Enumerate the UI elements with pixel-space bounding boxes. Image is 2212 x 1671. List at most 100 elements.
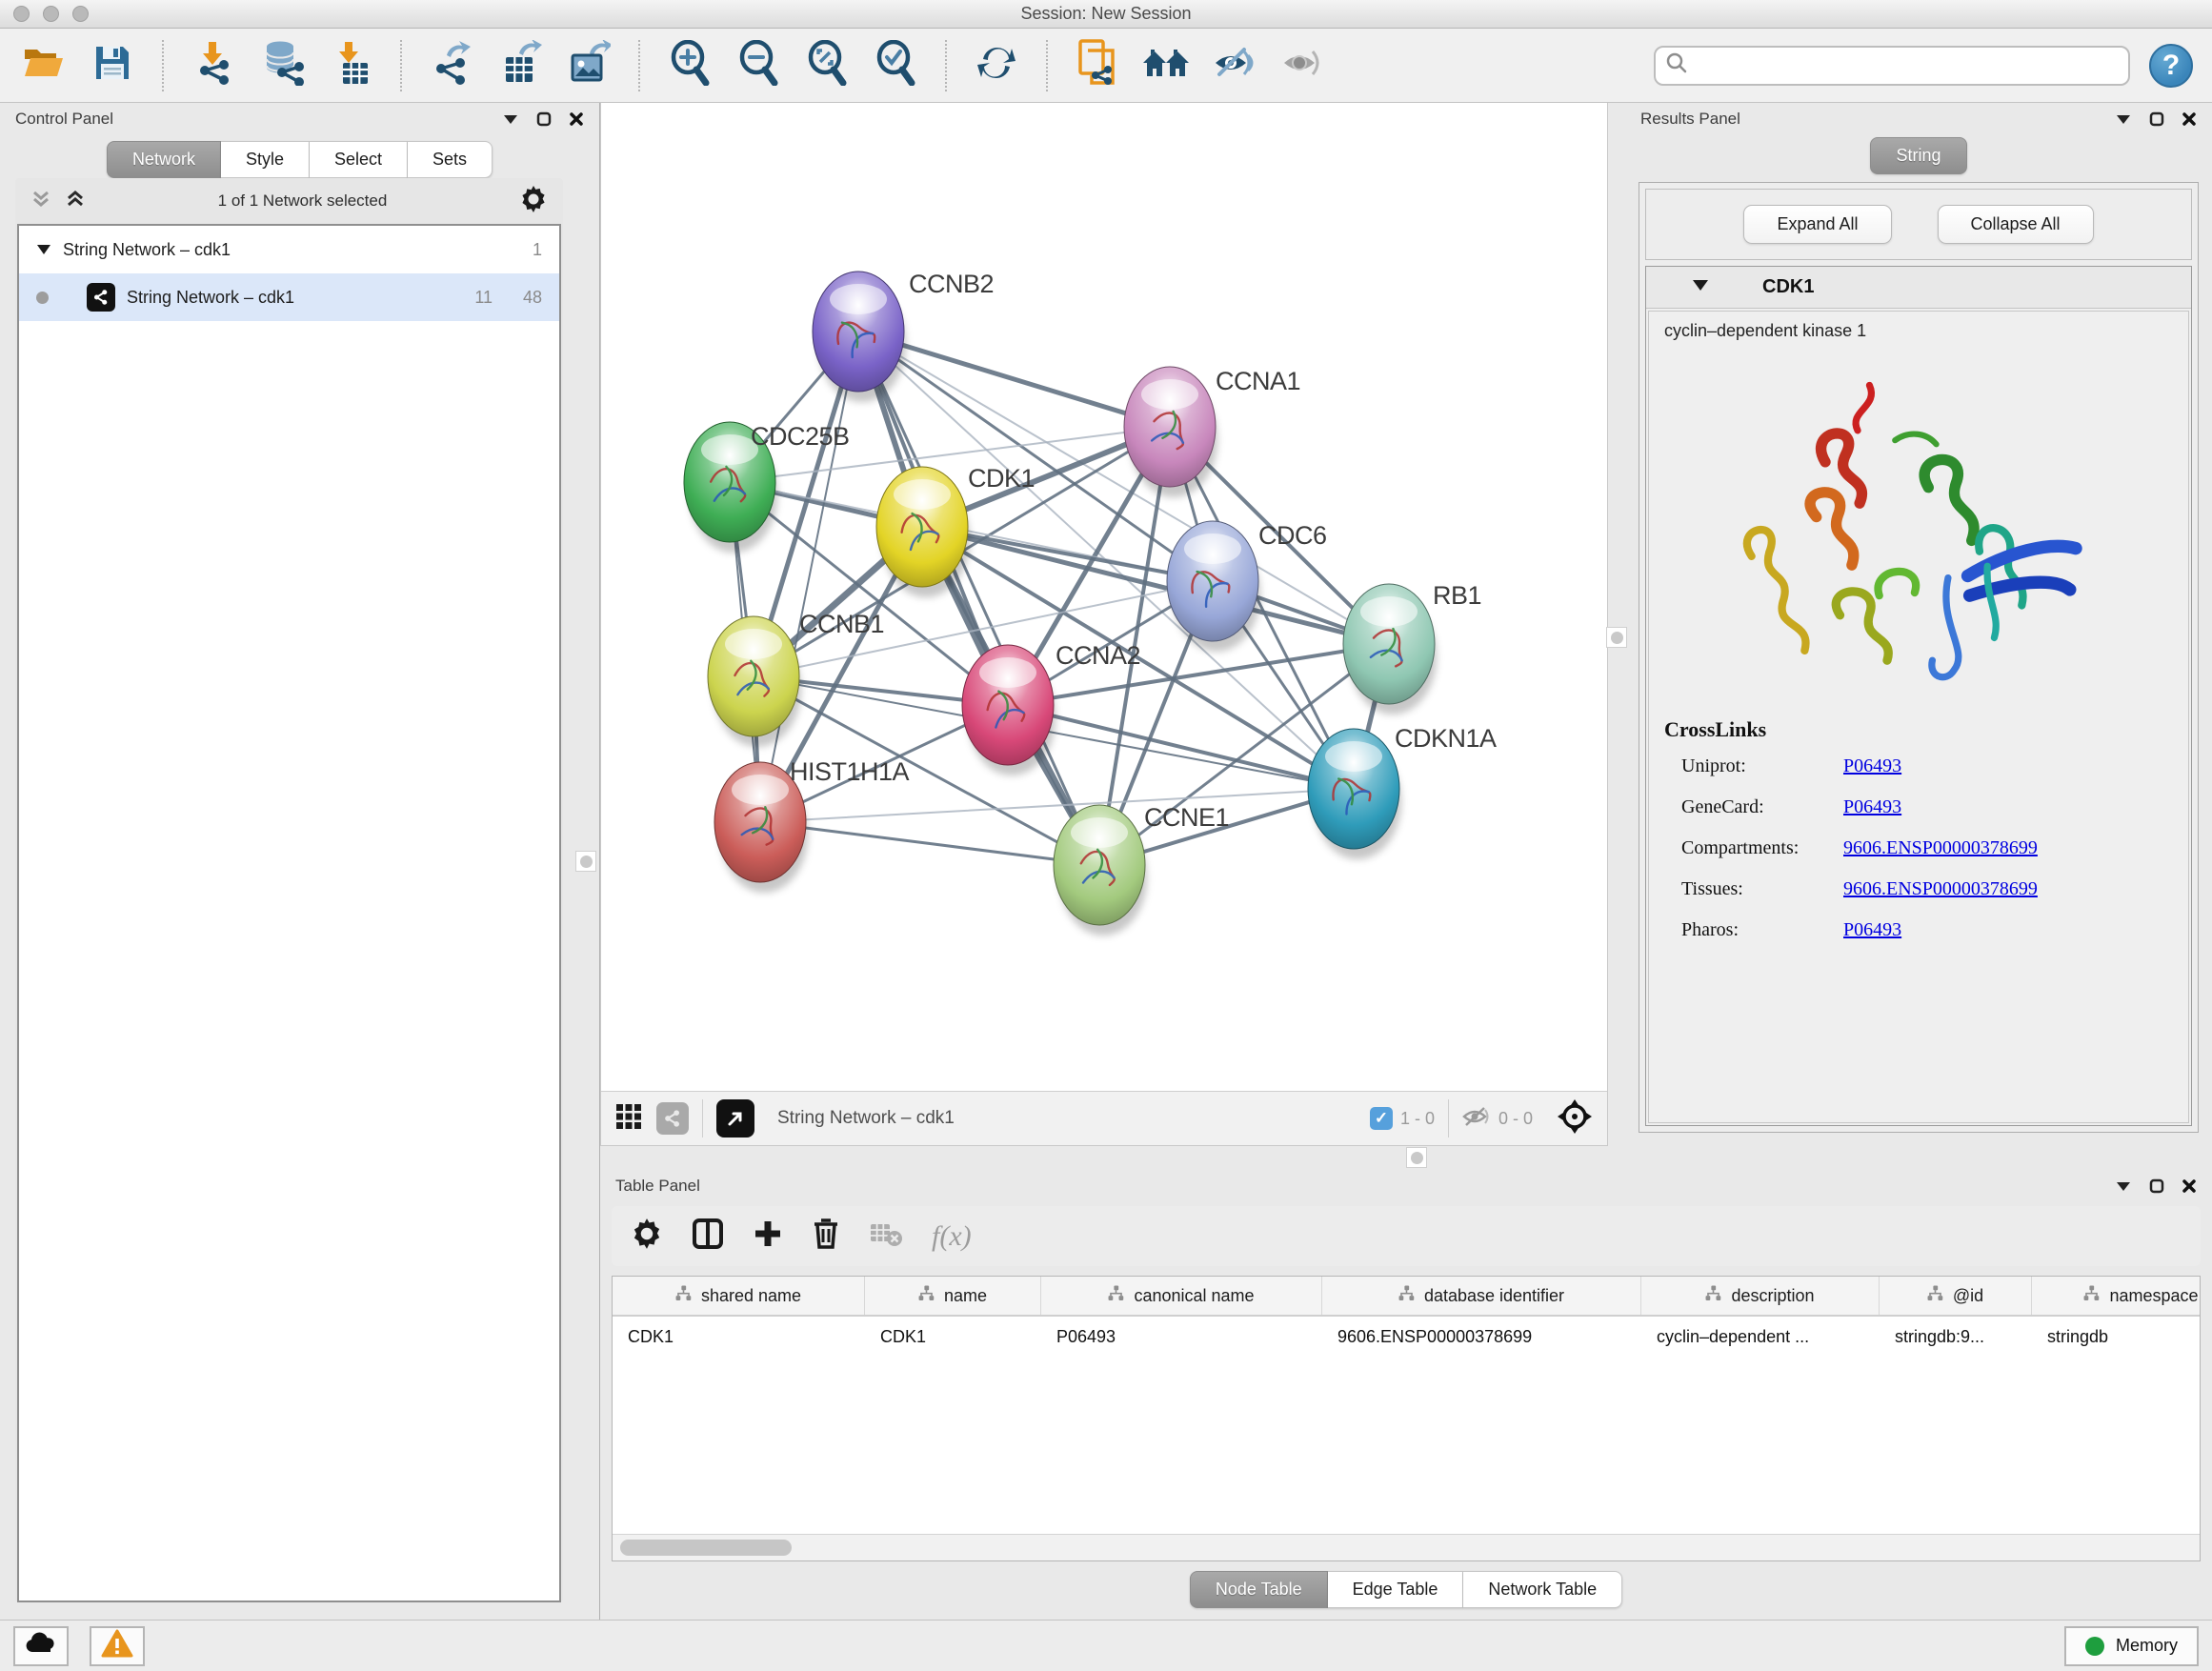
- panel-collapse-icon[interactable]: [2115, 113, 2132, 125]
- column-header-id[interactable]: @id: [1880, 1277, 2032, 1315]
- crosslink-link[interactable]: P06493: [1843, 919, 1901, 941]
- tab-network-table[interactable]: Network Table: [1463, 1571, 1622, 1608]
- pane-divider-handle[interactable]: [575, 851, 596, 872]
- search-field[interactable]: [1654, 46, 2130, 86]
- cloud-status-button[interactable]: [13, 1626, 69, 1666]
- collapse-all-networks-icon[interactable]: [65, 190, 86, 213]
- column-header-database-identifier[interactable]: database identifier: [1322, 1277, 1641, 1315]
- panel-close-icon[interactable]: [2182, 1178, 2197, 1194]
- show-columns-icon[interactable]: [692, 1218, 724, 1255]
- network-collection-row[interactable]: String Network – cdk1 1: [19, 226, 559, 273]
- birdseye-navigator-icon[interactable]: [1556, 1097, 1594, 1140]
- zoom-fit-button[interactable]: [802, 41, 852, 91]
- network-edge-HIST1H1A-CCNE1[interactable]: [760, 822, 1099, 865]
- network-node-CDC25B[interactable]: CDC25B: [684, 422, 850, 553]
- table-cell[interactable]: stringdb:9...: [1880, 1317, 2032, 1357]
- network-node-CCNA1[interactable]: CCNA1: [1124, 367, 1300, 497]
- memory-button[interactable]: Memory: [2064, 1626, 2199, 1666]
- scrollbar-thumb[interactable]: [620, 1540, 792, 1556]
- import-table-button[interactable]: [326, 41, 375, 91]
- tab-network[interactable]: Network: [107, 141, 221, 178]
- zoom-in-button[interactable]: [665, 41, 714, 91]
- network-node-CCNE1[interactable]: CCNE1: [1054, 803, 1229, 936]
- horizontal-pane-divider[interactable]: [600, 1146, 2212, 1170]
- add-column-icon[interactable]: [753, 1218, 783, 1254]
- table-cell[interactable]: 9606.ENSP00000378699: [1322, 1317, 1641, 1357]
- copy-network-button[interactable]: [1073, 41, 1122, 91]
- tree-expander-icon[interactable]: [36, 240, 51, 260]
- network-node-CCNB1[interactable]: CCNB1: [708, 610, 884, 747]
- save-session-button[interactable]: [88, 41, 137, 91]
- export-table-button[interactable]: [495, 41, 545, 91]
- crosslink-link[interactable]: 9606.ENSP00000378699: [1843, 837, 2038, 859]
- delete-column-icon[interactable]: [812, 1218, 840, 1255]
- import-network-database-button[interactable]: [257, 41, 307, 91]
- network-node-CDC6[interactable]: CDC6: [1167, 521, 1327, 652]
- tab-edge-table[interactable]: Edge Table: [1328, 1571, 1464, 1608]
- panel-collapse-icon[interactable]: [2115, 1180, 2132, 1192]
- network-row[interactable]: String Network – cdk1 11 48: [19, 273, 559, 321]
- column-header-namespace[interactable]: namespace: [2032, 1277, 2201, 1315]
- import-network-file-button[interactable]: [189, 41, 238, 91]
- network-node-CDKN1A[interactable]: CDKN1A: [1308, 724, 1497, 859]
- warnings-button[interactable]: [90, 1626, 145, 1666]
- column-header-canonical-name[interactable]: canonical name: [1041, 1277, 1322, 1315]
- node-label: CCNE1: [1144, 803, 1229, 832]
- collapse-all-button[interactable]: Collapse All: [1938, 205, 2094, 244]
- gear-icon[interactable]: [519, 185, 548, 218]
- panel-collapse-icon[interactable]: [502, 113, 519, 125]
- table-row[interactable]: CDK1CDK1P064939606.ENSP00000378699cyclin…: [613, 1317, 2201, 1357]
- table-cell[interactable]: CDK1: [613, 1317, 865, 1357]
- table-cell[interactable]: P06493: [1041, 1317, 1322, 1357]
- export-image-button[interactable]: [564, 41, 613, 91]
- panel-float-icon[interactable]: [2149, 111, 2164, 127]
- vertical-pane-divider[interactable]: [1608, 103, 1625, 1146]
- network-node-RB1[interactable]: RB1: [1343, 581, 1481, 715]
- table-cell[interactable]: cyclin–dependent ...: [1641, 1317, 1880, 1357]
- network-edge-CCNB2-HIST1H1A[interactable]: [760, 332, 858, 822]
- table-settings-gear-icon[interactable]: [631, 1218, 663, 1255]
- search-input[interactable]: [1696, 56, 2119, 75]
- crosslink-link[interactable]: P06493: [1843, 755, 1901, 777]
- gene-section-header[interactable]: CDK1: [1646, 267, 2191, 309]
- table-cell[interactable]: stringdb: [2032, 1317, 2201, 1357]
- tab-style[interactable]: Style: [221, 141, 310, 178]
- refresh-button[interactable]: [972, 41, 1021, 91]
- expand-all-button[interactable]: Expand All: [1743, 205, 1891, 244]
- pane-divider-handle[interactable]: [1406, 1147, 1427, 1168]
- network-node-HIST1H1A[interactable]: HIST1H1A: [714, 757, 910, 893]
- export-network-button[interactable]: [427, 41, 476, 91]
- column-header-name[interactable]: name: [865, 1277, 1041, 1315]
- network-share-view-icon[interactable]: [656, 1102, 689, 1135]
- network-node-CDK1[interactable]: CDK1: [876, 464, 1035, 597]
- network-canvas[interactable]: CCNB2CCNA1CDC25BCDK1CDC6RB1CCNB1CCNA2CDK…: [601, 103, 1607, 1091]
- tab-node-table[interactable]: Node Table: [1190, 1571, 1328, 1608]
- panel-close-icon[interactable]: [2182, 111, 2197, 127]
- hide-button[interactable]: [1210, 41, 1259, 91]
- pane-divider-handle[interactable]: [1606, 627, 1627, 648]
- zoom-out-button[interactable]: [734, 41, 783, 91]
- expand-all-networks-icon[interactable]: [30, 190, 51, 213]
- column-header-description[interactable]: description: [1641, 1277, 1880, 1315]
- crosslink-link[interactable]: P06493: [1843, 796, 1901, 818]
- help-button[interactable]: ?: [2149, 44, 2193, 88]
- section-expander-icon[interactable]: [1692, 279, 1709, 296]
- open-session-button[interactable]: [19, 41, 69, 91]
- network-node-CCNB2[interactable]: CCNB2: [813, 270, 994, 402]
- panel-float-icon[interactable]: [536, 111, 552, 127]
- tab-sets[interactable]: Sets: [408, 141, 493, 178]
- column-header-shared-name[interactable]: shared name: [613, 1277, 865, 1315]
- control-panel-title: Control Panel: [15, 110, 485, 129]
- tab-string[interactable]: String: [1870, 137, 1966, 174]
- table-horizontal-scrollbar[interactable]: [613, 1534, 2200, 1560]
- panel-float-icon[interactable]: [2149, 1178, 2164, 1194]
- string-home-button[interactable]: [1141, 41, 1191, 91]
- detach-view-icon[interactable]: [716, 1099, 754, 1137]
- grid-view-icon[interactable]: [614, 1102, 643, 1136]
- zoom-selected-button[interactable]: [871, 41, 920, 91]
- show-button[interactable]: [1278, 41, 1328, 91]
- panel-close-icon[interactable]: [569, 111, 584, 127]
- table-cell[interactable]: CDK1: [865, 1317, 1041, 1357]
- crosslink-link[interactable]: 9606.ENSP00000378699: [1843, 878, 2038, 900]
- tab-select[interactable]: Select: [310, 141, 408, 178]
